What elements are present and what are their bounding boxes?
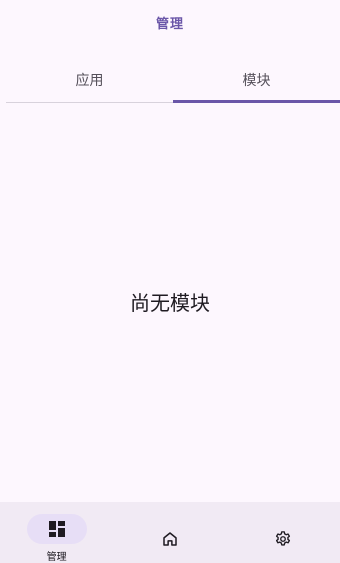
tab-modules[interactable]: 模块 <box>173 58 340 103</box>
nav-pill-settings <box>253 524 313 554</box>
dashboard-icon <box>48 521 65 537</box>
tab-modules-label: 模块 <box>242 73 271 89</box>
top-app-bar: 管理 <box>0 0 340 44</box>
nav-item-home[interactable] <box>113 502 226 563</box>
nav-pill-manage <box>26 514 87 544</box>
tab-bar: 应用 模块 <box>6 58 340 103</box>
nav-label-manage: 管理 <box>46 552 67 563</box>
page-title: 管理 <box>155 16 184 32</box>
nav-item-settings[interactable] <box>227 502 340 563</box>
gear-icon <box>274 530 292 548</box>
home-icon <box>161 530 179 548</box>
empty-message: 尚无模块 <box>130 290 210 315</box>
nav-pill-home <box>140 524 200 554</box>
tab-apps[interactable]: 应用 <box>6 58 173 102</box>
bottom-navigation: 管理 <box>0 502 340 563</box>
nav-item-manage[interactable]: 管理 <box>0 502 113 563</box>
tab-apps-label: 应用 <box>75 73 104 89</box>
app-root: 管理 应用 模块 尚无模块 管理 <box>0 0 340 563</box>
empty-state: 尚无模块 <box>0 102 340 500</box>
